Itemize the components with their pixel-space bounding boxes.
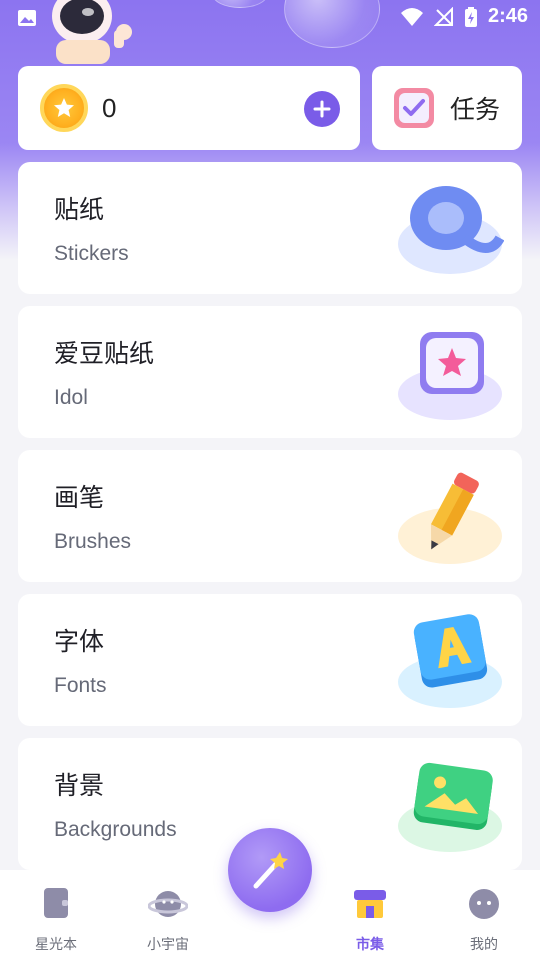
nav-item-small-universe[interactable]: 小宇宙 bbox=[123, 884, 213, 954]
category-title: 爱豆贴纸 bbox=[54, 339, 155, 368]
nav-label: 市集 bbox=[356, 937, 384, 953]
category-card-fonts[interactable]: 字体 Fonts bbox=[18, 594, 522, 726]
category-title: 画笔 bbox=[54, 483, 105, 512]
picture-icon bbox=[398, 762, 502, 852]
category-subtitle: Idol bbox=[54, 386, 88, 409]
category-title: 背景 bbox=[54, 771, 105, 800]
star-coin-icon bbox=[40, 84, 88, 132]
magic-wand-button[interactable] bbox=[228, 828, 312, 912]
task-label: 任务 bbox=[450, 95, 501, 124]
pencil-icon bbox=[398, 472, 502, 564]
coin-balance-card[interactable]: 0 bbox=[18, 66, 360, 150]
category-card-brushes[interactable]: 画笔 Brushes bbox=[18, 450, 522, 582]
coin-count: 0 bbox=[102, 92, 117, 123]
star-tile-icon bbox=[398, 332, 502, 420]
category-subtitle: Brushes bbox=[54, 530, 132, 553]
wifi-icon bbox=[400, 7, 423, 26]
add-coins-button[interactable] bbox=[304, 91, 340, 127]
category-card-stickers[interactable]: 贴纸 Stickers bbox=[18, 162, 522, 294]
category-card-idol[interactable]: 爱豆贴纸 Idol bbox=[18, 306, 522, 438]
nav-item-market[interactable]: 市集 bbox=[325, 884, 415, 954]
category-subtitle: Backgrounds bbox=[54, 818, 177, 841]
status-time: 2:46 bbox=[487, 5, 528, 27]
nav-label: 我的 bbox=[470, 937, 498, 953]
ribbon-ring-icon bbox=[398, 186, 504, 274]
category-title: 字体 bbox=[54, 627, 105, 656]
shop-icon bbox=[354, 890, 386, 918]
category-subtitle: Stickers bbox=[54, 242, 129, 265]
battery-charging-icon bbox=[464, 6, 477, 27]
plus-icon bbox=[313, 100, 331, 118]
nav-item-starlight-notebook[interactable]: 星光本 bbox=[11, 884, 101, 954]
checkbox-icon bbox=[394, 88, 434, 128]
magic-wand-icon bbox=[253, 852, 288, 889]
planet-icon bbox=[147, 891, 189, 917]
nav-item-mine[interactable]: 我的 bbox=[439, 884, 529, 954]
profile-face-icon bbox=[469, 889, 499, 919]
nav-label: 小宇宙 bbox=[147, 937, 189, 953]
nav-label: 星光本 bbox=[35, 937, 77, 953]
notebook-icon bbox=[44, 888, 68, 918]
category-title: 贴纸 bbox=[54, 195, 105, 224]
letter-a-tile-icon bbox=[398, 614, 502, 708]
no-signal-icon bbox=[433, 6, 453, 26]
image-icon bbox=[18, 10, 36, 26]
category-subtitle: Fonts bbox=[54, 674, 107, 697]
task-button[interactable]: 任务 bbox=[372, 66, 522, 150]
status-bar: 2:46 bbox=[0, 0, 540, 36]
